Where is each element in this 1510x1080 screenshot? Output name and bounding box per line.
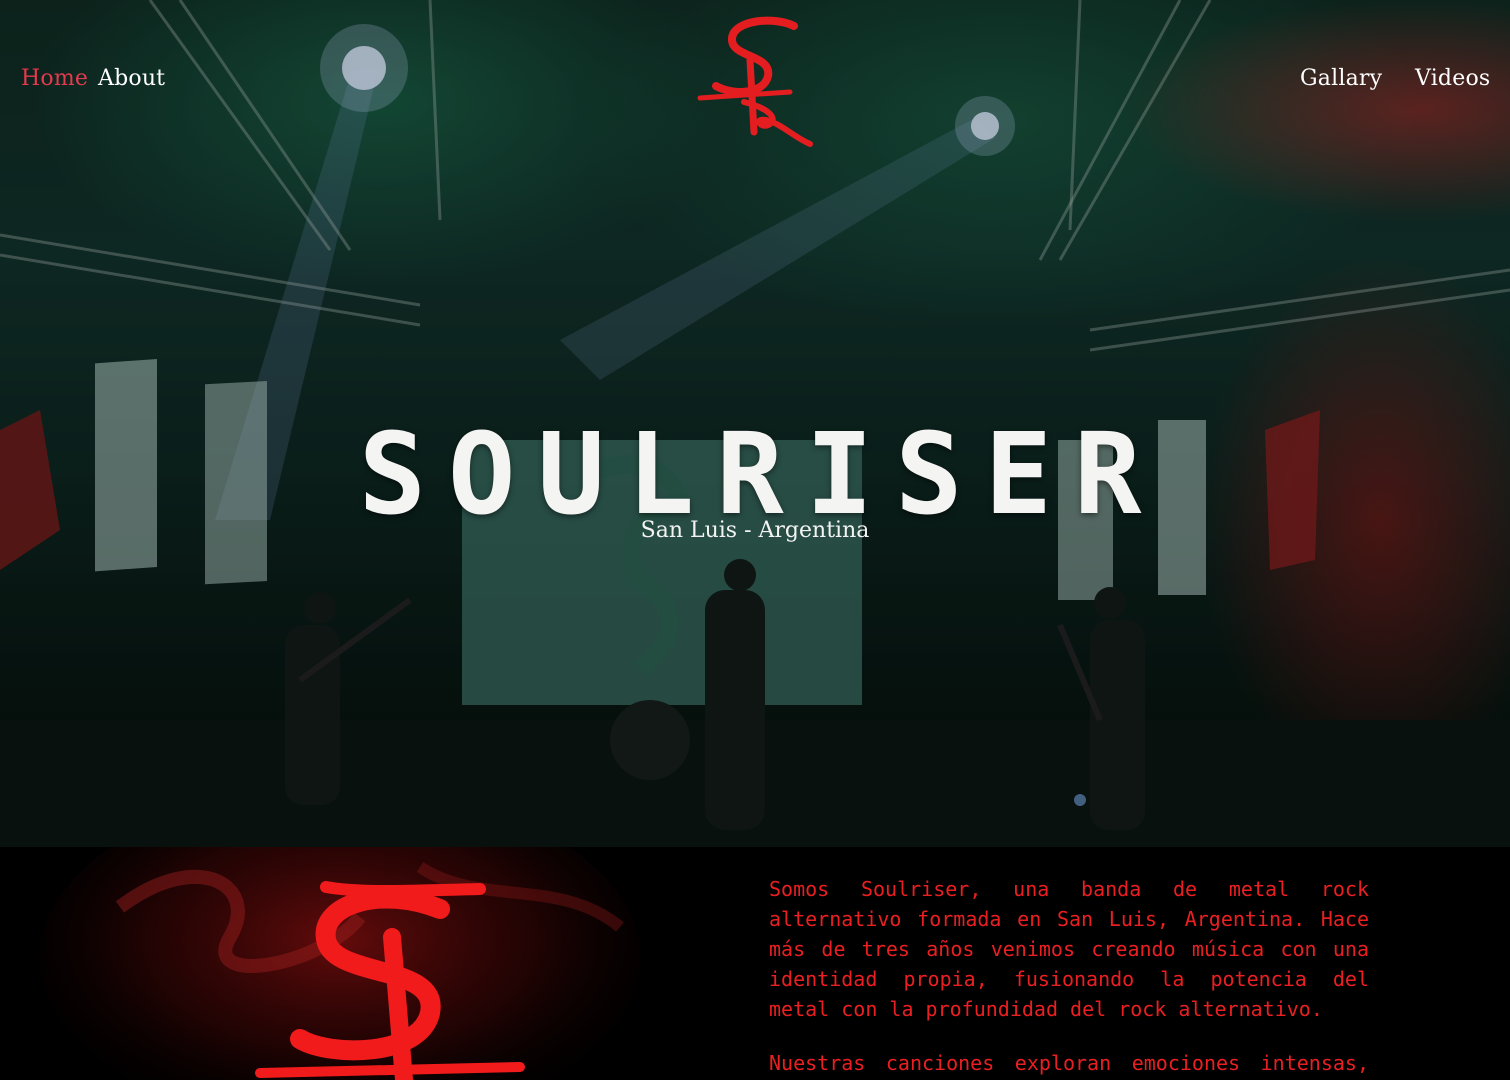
page: Home About Gallary Videos SOULRISER San … xyxy=(0,0,1510,1080)
nav-home-link[interactable]: Home xyxy=(21,66,88,91)
nav-about-link[interactable]: About xyxy=(98,66,165,91)
about-paragraph-1: Somos Soulriser, una banda de metal rock… xyxy=(769,877,1369,1021)
about-description: Somos Soulriser, una banda de metal rock… xyxy=(769,874,1369,1080)
sr-logo-icon[interactable] xyxy=(694,14,816,150)
hero-section: Home About Gallary Videos SOULRISER San … xyxy=(0,0,1510,847)
smoke-logo-image xyxy=(40,847,640,1080)
nav-gallary-link[interactable]: Gallary xyxy=(1300,66,1382,91)
about-section: Somos Soulriser, una banda de metal rock… xyxy=(0,847,1510,1080)
about-paragraph-2: Nuestras canciones exploran emociones in… xyxy=(769,1051,1369,1075)
nav-videos-link[interactable]: Videos xyxy=(1415,66,1490,91)
location-subtitle: San Luis - Argentina xyxy=(640,518,870,543)
